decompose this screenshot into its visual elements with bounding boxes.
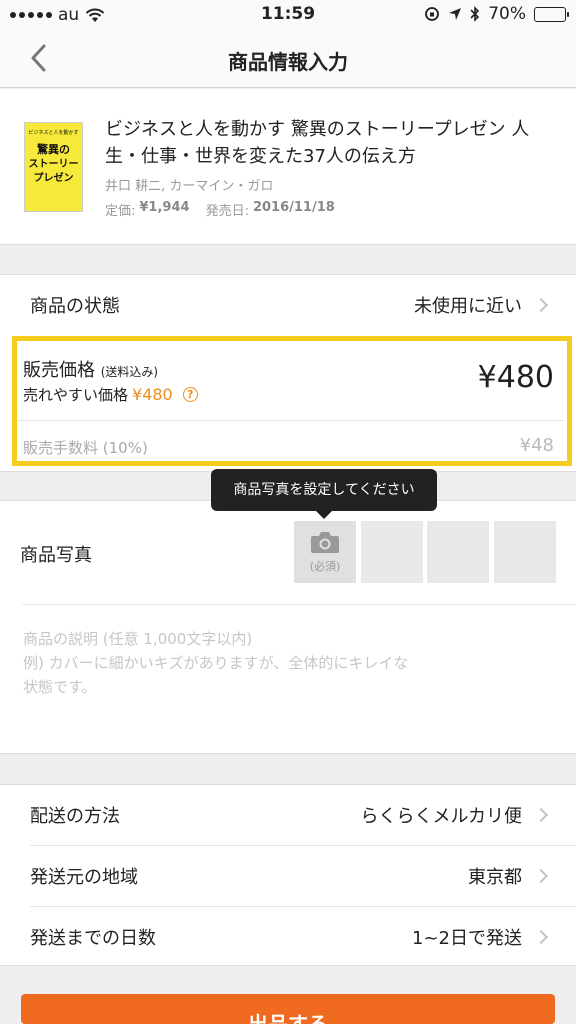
price-label-note: (送料込み) (100, 365, 159, 379)
shipping-method-value: らくらくメルカリ便 (360, 806, 522, 827)
description-placeholder-line3: 状態です。 (23, 678, 97, 696)
shipping-method-label: 配送の方法 (30, 806, 120, 827)
divider (22, 604, 576, 605)
list-price: ¥1,944 (139, 200, 190, 215)
condition-label: 商品の状態 (30, 296, 120, 317)
price-input[interactable]: ¥480 (478, 360, 554, 395)
release-date: 2016/11/18 (252, 200, 335, 215)
price-label: 販売価格 (23, 360, 95, 381)
orientation-lock-icon (425, 7, 440, 21)
shipping-days-label: 発送までの日数 (30, 928, 156, 949)
book-cover: ビジネスと人を動かす 驚異の ストーリー プレゼン (24, 122, 83, 212)
chevron-right-icon (533, 807, 549, 823)
description-placeholder-line1: 商品の説明 (任意 1,000文字以内) (23, 630, 253, 648)
cover-subtitle: ビジネスと人を動かす (28, 130, 79, 136)
list-price-label: 定価: (105, 204, 136, 219)
suggested-price-label: 売れやすい価格 (23, 386, 129, 404)
cover-title-line3: プレゼン (33, 173, 74, 184)
description-textarea[interactable]: 商品の説明 (任意 1,000文字以内) 例) カバーに細かいキズがありますが、… (23, 627, 553, 699)
status-bar: au 11:59 70% (0, 0, 576, 30)
chevron-right-icon (533, 929, 549, 945)
photo-slot-4[interactable] (494, 521, 556, 583)
battery-icon (534, 6, 569, 22)
photo-slot-2[interactable] (361, 521, 423, 583)
suggested-price[interactable]: 売れやすい価格 ¥480 ? (23, 384, 198, 405)
condition-value: 未使用に近い (414, 296, 522, 317)
fee-value: ¥48 (519, 435, 554, 456)
book-title: ビジネスと人を動かす 驚異のストーリープレゼン 人生・仕事・世界を変えた37人の… (105, 119, 530, 167)
cover-title-line2: ストーリー (28, 159, 79, 170)
fee-label: 販売手数料 (10%) (23, 439, 148, 457)
chevron-right-icon (533, 297, 549, 313)
photo-slot-3[interactable] (427, 521, 489, 583)
suggested-price-value: ¥480 (132, 385, 173, 404)
description-placeholder-line2: 例) カバーに細かいキズがありますが、全体的にキレイな (23, 654, 409, 672)
photo-label: 商品写真 (20, 545, 92, 566)
release-label: 発売日: (205, 204, 249, 219)
condition-row[interactable]: 商品の状態 未使用に近い (0, 275, 576, 335)
chevron-right-icon (533, 868, 549, 884)
book-author: 井口 耕二, カーマイン・ガロ (105, 179, 274, 194)
location-icon (449, 8, 462, 20)
price-label-group: 販売価格 (送料込み) (23, 356, 158, 382)
help-icon[interactable]: ? (182, 387, 198, 402)
photo-tooltip: 商品写真を設定してください (211, 469, 437, 519)
battery-percent: 70% (488, 4, 526, 24)
status-right: 70% (424, 4, 569, 24)
shipping-method-row[interactable]: 配送の方法 らくらくメルカリ便 (0, 784, 576, 845)
shipping-origin-value-group: 東京都 (468, 863, 549, 889)
book-info: ビジネスと人を動かす 驚異の ストーリー プレゼン ビジネスと人を動かす 驚異の… (0, 89, 576, 245)
photo-required-label: (必須) (309, 560, 341, 573)
nav-bar: 商品情報入力 (0, 30, 576, 88)
page-title: 商品情報入力 (228, 50, 348, 74)
camera-icon (311, 532, 339, 553)
shipping-origin-value: 東京都 (468, 867, 522, 888)
shipping-days-value: 1~2日で発送 (412, 928, 522, 949)
photo-slot-1[interactable]: (必須) (294, 521, 356, 583)
condition-value-group: 未使用に近い (414, 292, 549, 318)
shipping-origin-row[interactable]: 発送元の地域 東京都 (0, 845, 576, 906)
divider (18, 420, 564, 421)
submit-button[interactable]: 出品する (21, 994, 555, 1024)
shipping-origin-label: 発送元の地域 (30, 867, 138, 888)
shipping-method-value-group: らくらくメルカリ便 (360, 802, 549, 828)
shipping-days-value-group: 1~2日で発送 (412, 924, 549, 950)
book-meta: 定価: ¥1,944 発売日: 2016/11/18 (105, 200, 347, 219)
bluetooth-icon (470, 6, 480, 22)
shipping-days-row[interactable]: 発送までの日数 1~2日で発送 (0, 906, 576, 967)
